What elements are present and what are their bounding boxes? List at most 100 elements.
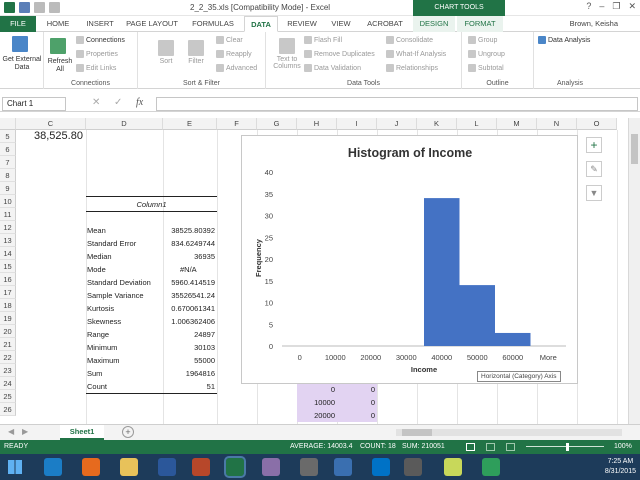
row-header-5[interactable]: 5 xyxy=(0,130,16,143)
row-header-14[interactable]: 14 xyxy=(0,247,16,260)
select-all-corner[interactable] xyxy=(0,118,16,130)
chart-elements-plus-icon[interactable]: + xyxy=(586,137,602,153)
histogram-bar[interactable] xyxy=(424,198,460,346)
tab-acrobat[interactable]: ACROBAT xyxy=(362,16,408,32)
word-icon[interactable] xyxy=(158,458,176,476)
stat-label[interactable]: Minimum xyxy=(87,341,117,354)
filter-button[interactable]: Filter xyxy=(188,40,204,65)
col-header-o[interactable]: O xyxy=(577,118,617,130)
x-tick-label[interactable]: 50000 xyxy=(467,353,488,362)
group-button[interactable]: Group xyxy=(468,36,497,44)
col-header-n[interactable]: N xyxy=(537,118,577,130)
row-header-10[interactable]: 10 xyxy=(0,195,16,208)
zoom-slider[interactable] xyxy=(526,446,604,447)
row-header-19[interactable]: 19 xyxy=(0,312,16,325)
stat-value[interactable]: 30103 xyxy=(164,341,215,354)
tab-home[interactable]: HOME xyxy=(38,16,78,32)
ungroup-button[interactable]: Ungroup xyxy=(468,50,505,58)
x-tick-label[interactable]: 0 xyxy=(298,353,302,362)
x-tick-label[interactable]: 30000 xyxy=(396,353,417,362)
y-tick-label[interactable]: 30 xyxy=(265,212,273,221)
stat-label[interactable]: Mean xyxy=(87,224,106,237)
stats-column-header[interactable]: Column1 xyxy=(86,198,217,211)
restore-icon[interactable]: ❐ xyxy=(612,1,620,12)
chart-filters-funnel-icon[interactable]: ▼ xyxy=(586,185,602,201)
chart-styles-brush-icon[interactable]: ✎ xyxy=(586,161,602,177)
subtotal-button[interactable]: Subtotal xyxy=(468,64,504,72)
stat-value[interactable]: 51 xyxy=(164,380,215,393)
insert-function-icon[interactable]: fx xyxy=(136,97,143,108)
stat-value[interactable]: 36935 xyxy=(164,250,215,263)
bin-cell-h[interactable]: 20000 xyxy=(297,409,335,422)
row-header-6[interactable]: 6 xyxy=(0,143,16,156)
stat-label[interactable]: Mode xyxy=(87,263,106,276)
relationships-button[interactable]: Relationships xyxy=(386,64,438,72)
app-icon[interactable] xyxy=(404,458,422,476)
y-tick-label[interactable]: 5 xyxy=(269,320,273,329)
row-header-11[interactable]: 11 xyxy=(0,208,16,221)
excel-taskbar-icon[interactable] xyxy=(224,456,246,478)
row-header-8[interactable]: 8 xyxy=(0,169,16,182)
sort-button[interactable]: Sort xyxy=(158,40,174,65)
row-header-22[interactable]: 22 xyxy=(0,351,16,364)
enter-icon[interactable]: ✓ xyxy=(114,97,122,108)
y-tick-label[interactable]: 0 xyxy=(269,342,273,351)
y-tick-label[interactable]: 10 xyxy=(265,299,273,308)
app-icon[interactable] xyxy=(334,458,352,476)
sheet-tab-sheet1[interactable]: Sheet1 xyxy=(60,425,104,440)
edit-links-button[interactable]: Edit Links xyxy=(76,64,116,72)
zoom-level[interactable]: 100% xyxy=(614,440,632,454)
bin-cell-h[interactable]: 10000 xyxy=(297,396,335,409)
bin-cell-i[interactable]: 0 xyxy=(337,409,375,422)
x-tick-label[interactable]: More xyxy=(540,353,557,362)
cell-c5[interactable]: 38,525.80 xyxy=(34,130,83,143)
stat-label[interactable]: Standard Error xyxy=(87,237,136,250)
col-header-m[interactable]: M xyxy=(497,118,537,130)
row-header-24[interactable]: 24 xyxy=(0,377,16,390)
row-header-25[interactable]: 25 xyxy=(0,390,16,403)
stat-label[interactable]: Sample Variance xyxy=(87,289,144,302)
row-header-20[interactable]: 20 xyxy=(0,325,16,338)
user-name[interactable]: Brown, Keisha xyxy=(570,19,618,28)
outlook-icon[interactable] xyxy=(372,458,390,476)
row-header-13[interactable]: 13 xyxy=(0,234,16,247)
horizontal-scrollbar[interactable] xyxy=(396,429,622,436)
stat-label[interactable]: Skewness xyxy=(87,315,121,328)
tab-view[interactable]: VIEW xyxy=(324,16,358,32)
normal-view-icon[interactable] xyxy=(466,443,475,451)
tab-design[interactable]: DESIGN xyxy=(413,16,455,32)
y-tick-label[interactable]: 35 xyxy=(265,190,273,199)
page-break-view-icon[interactable] xyxy=(506,443,515,451)
vertical-scrollbar[interactable] xyxy=(628,118,640,424)
scroll-thumb[interactable] xyxy=(631,134,638,164)
clear-button[interactable]: Clear xyxy=(216,36,243,44)
row-header-7[interactable]: 7 xyxy=(0,156,16,169)
stat-label[interactable]: Kurtosis xyxy=(87,302,114,315)
prev-sheet-icon[interactable]: ◀ xyxy=(8,427,14,436)
page-layout-view-icon[interactable] xyxy=(486,443,495,451)
stat-label[interactable]: Count xyxy=(87,380,107,393)
stat-value[interactable]: 1.006362406 xyxy=(164,315,215,328)
col-header-c[interactable]: C xyxy=(16,118,86,130)
x-tick-label[interactable]: 20000 xyxy=(360,353,381,362)
bin-cell-i[interactable]: 0 xyxy=(337,396,375,409)
stat-value[interactable]: 38525.80392 xyxy=(164,224,215,237)
remove-duplicates-button[interactable]: Remove Duplicates xyxy=(304,50,375,58)
file-explorer-icon[interactable] xyxy=(120,458,138,476)
col-header-k[interactable]: K xyxy=(417,118,457,130)
app-icon[interactable] xyxy=(262,458,280,476)
text-to-columns-button[interactable]: Text to Columns xyxy=(272,38,302,70)
tab-review[interactable]: REVIEW xyxy=(282,16,322,32)
row-header-12[interactable]: 12 xyxy=(0,221,16,234)
stat-label[interactable]: Maximum xyxy=(87,354,120,367)
histogram-bar[interactable] xyxy=(459,285,496,346)
reapply-button[interactable]: Reapply xyxy=(216,50,252,58)
help-icon[interactable]: ? xyxy=(586,1,591,12)
y-tick-label[interactable]: 25 xyxy=(265,233,273,242)
row-header-15[interactable]: 15 xyxy=(0,260,16,273)
start-button-icon[interactable] xyxy=(6,458,24,476)
y-tick-label[interactable]: 40 xyxy=(265,168,273,177)
next-sheet-icon[interactable]: ▶ xyxy=(22,427,28,436)
what-if-button[interactable]: What-If Analysis xyxy=(386,50,446,58)
formula-input[interactable] xyxy=(156,97,638,111)
